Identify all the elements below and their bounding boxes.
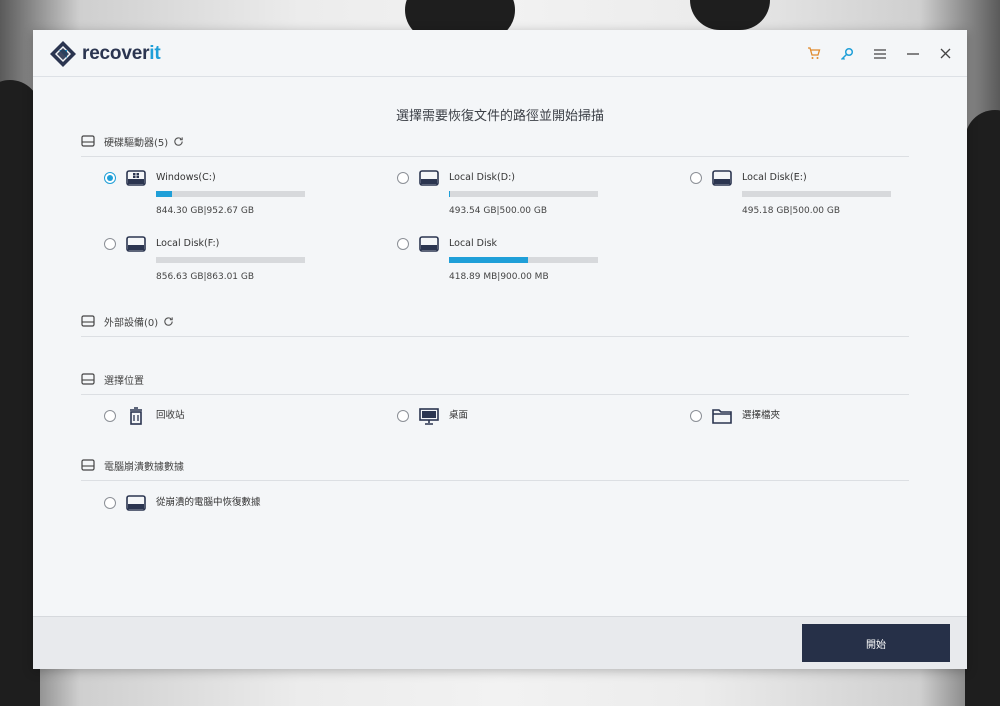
crash-recovery-radio[interactable] xyxy=(104,497,116,509)
drive-item-e[interactable]: Local Disk(E:) 495.18 GB|500.00 GB xyxy=(690,169,891,216)
drive-usage-fill xyxy=(449,191,451,197)
main-content: 選擇需要恢復文件的路徑並開始掃描 硬碟驅動器(5) Windows(C:) 84… xyxy=(33,77,967,617)
external-drive-icon xyxy=(81,315,95,327)
crash-recovery-section: 電腦崩潰數據數據 xyxy=(81,456,909,481)
page-headline: 選擇需要恢復文件的路徑並開始掃描 xyxy=(395,109,604,124)
drive-usage-fill xyxy=(156,191,173,197)
refresh-icon[interactable] xyxy=(173,136,184,147)
drive-radio-c[interactable] xyxy=(104,172,116,184)
minimize-button[interactable] xyxy=(903,44,922,63)
background-figure-top-right xyxy=(690,0,770,30)
recycle-bin-icon xyxy=(130,407,142,425)
desktop-radio[interactable] xyxy=(397,410,409,422)
drive-size: 495.18 GB|500.00 GB xyxy=(742,206,841,216)
drive-radio-e[interactable] xyxy=(690,172,702,184)
crash-recovery-label: 從崩潰的電腦中恢復數據 xyxy=(156,497,261,508)
key-button[interactable] xyxy=(837,44,856,63)
drive-radio-d[interactable] xyxy=(397,172,409,184)
recycle-bin-radio[interactable] xyxy=(104,410,116,422)
desktop-icon xyxy=(419,408,439,425)
disk-drive-icon xyxy=(419,236,439,252)
hard-drives-title: 硬碟驅動器(5) xyxy=(104,137,169,149)
drive-size: 493.54 GB|500.00 GB xyxy=(449,206,548,216)
start-button[interactable]: 開始 xyxy=(802,624,950,662)
external-devices-header: 外部設備(0) xyxy=(81,312,909,337)
drive-usage-bar xyxy=(742,191,891,197)
menu-icon xyxy=(873,48,886,59)
drive-usage-bar xyxy=(156,257,305,263)
location-item-desktop[interactable]: 桌面 xyxy=(397,407,468,425)
folder-radio[interactable] xyxy=(690,410,702,422)
crash-recovery-title: 電腦崩潰數據數據 xyxy=(104,461,184,473)
drive-radio-local[interactable] xyxy=(397,238,409,250)
crash-recovery-header: 電腦崩潰數據數據 xyxy=(81,456,909,481)
recycle-bin-label: 回收站 xyxy=(156,410,185,421)
drive-item-c[interactable]: Windows(C:) 844.30 GB|952.67 GB xyxy=(104,169,305,216)
folder-icon xyxy=(712,409,732,424)
background-figure-right xyxy=(965,110,1000,706)
computer-drive-icon xyxy=(81,459,95,471)
drive-item-local[interactable]: Local Disk 418.89 MB|900.00 MB xyxy=(397,235,598,282)
external-devices-section: 外部設備(0) xyxy=(81,312,909,337)
location-item-folder[interactable]: 選擇檔夾 xyxy=(690,407,780,425)
title-bar: recoverit xyxy=(33,30,967,77)
crashed-computer-drive-icon xyxy=(126,495,146,511)
external-devices-title: 外部設備(0) xyxy=(104,317,159,329)
drive-label: Local Disk(D:) xyxy=(449,172,515,183)
footer-bar: 開始 xyxy=(33,616,967,669)
desktop-label: 桌面 xyxy=(449,410,469,421)
close-icon xyxy=(940,48,951,59)
select-location-section: 選擇位置 xyxy=(81,370,909,395)
drive-label: Local Disk xyxy=(449,238,498,249)
hard-drives-header: 硬碟驅動器(5) xyxy=(81,132,909,157)
select-location-header: 選擇位置 xyxy=(81,370,909,395)
drive-usage-fill xyxy=(449,257,528,263)
location-item-recycle-bin[interactable]: 回收站 xyxy=(104,407,185,425)
location-drive-icon xyxy=(81,373,95,385)
key-icon xyxy=(840,47,853,60)
drive-usage-bar xyxy=(449,257,598,263)
logo-text: recoverit xyxy=(82,43,161,64)
drive-item-d[interactable]: Local Disk(D:) 493.54 GB|500.00 GB xyxy=(397,169,598,216)
cart-icon xyxy=(807,47,820,59)
disk-drive-icon xyxy=(712,170,732,186)
crash-recovery-item[interactable]: 從崩潰的電腦中恢復數據 xyxy=(104,494,261,512)
hard-drives-section: 硬碟驅動器(5) xyxy=(81,132,909,157)
app-window: recoverit 選擇需要恢復文件的路徑並開始掃描 硬碟驅動器(5) Wind… xyxy=(33,30,967,669)
drive-usage-bar xyxy=(156,191,305,197)
cart-button[interactable] xyxy=(804,44,823,63)
close-button[interactable] xyxy=(936,44,955,63)
minimize-icon xyxy=(906,52,919,55)
title-bar-controls xyxy=(804,44,955,63)
drive-size: 418.89 MB|900.00 MB xyxy=(449,272,549,282)
drive-radio-f[interactable] xyxy=(104,238,116,250)
select-location-title: 選擇位置 xyxy=(104,375,144,387)
disk-drive-icon xyxy=(419,170,439,186)
logo-icon xyxy=(50,41,76,67)
hard-drive-icon xyxy=(81,135,95,147)
disk-drive-icon xyxy=(126,236,146,252)
folder-label: 選擇檔夾 xyxy=(742,410,781,421)
drive-usage-bar xyxy=(449,191,598,197)
drive-size: 856.63 GB|863.01 GB xyxy=(156,272,255,282)
drive-label: Windows(C:) xyxy=(156,172,216,183)
drive-size: 844.30 GB|952.67 GB xyxy=(156,206,255,216)
app-logo: recoverit xyxy=(50,41,161,67)
menu-button[interactable] xyxy=(870,44,889,63)
refresh-icon[interactable] xyxy=(163,316,174,327)
drive-item-f[interactable]: Local Disk(F:) 856.63 GB|863.01 GB xyxy=(104,235,305,282)
drive-label: Local Disk(E:) xyxy=(742,172,807,183)
windows-drive-icon xyxy=(126,170,146,186)
drive-label: Local Disk(F:) xyxy=(156,238,220,249)
